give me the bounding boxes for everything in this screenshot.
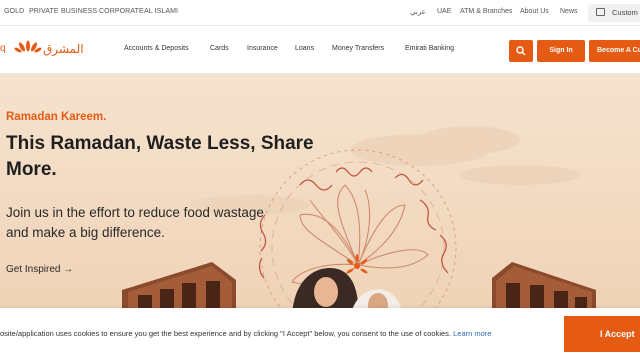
hero-headline: This Ramadan, Waste Less, Share More.	[6, 133, 314, 180]
hero-eyebrow: Ramadan Kareem.	[6, 111, 107, 123]
cookie-message: osite/application uses cookies to ensure…	[0, 329, 491, 338]
learn-more-link[interactable]: Learn more	[453, 329, 491, 338]
hero-subtext: Join us in the effort to reduce food was…	[6, 205, 264, 240]
accept-cookies-button[interactable]: I Accept	[564, 316, 640, 352]
arrow-right-icon: →	[63, 264, 74, 275]
get-inspired-link[interactable]: Get Inspired →	[6, 264, 73, 275]
cookie-message-text: osite/application uses cookies to ensure…	[0, 329, 452, 338]
get-inspired-label: Get Inspired	[6, 264, 61, 275]
